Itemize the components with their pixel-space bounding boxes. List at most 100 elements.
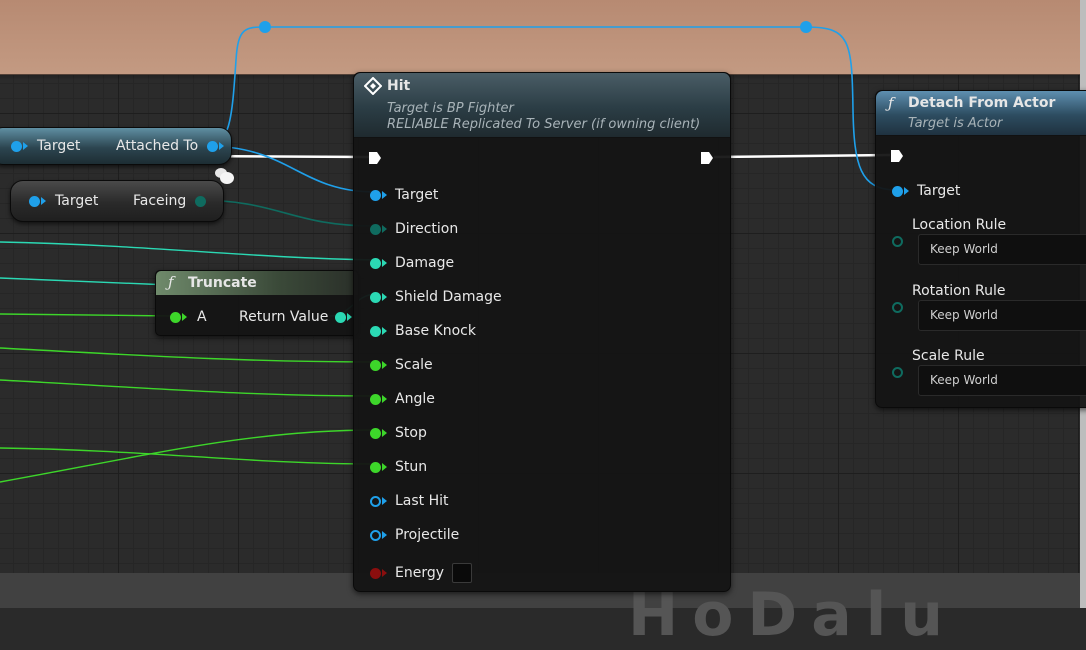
- pin-arrow-icon: [382, 531, 387, 539]
- exec-input-pin[interactable]: [368, 151, 382, 165]
- enum-pin-location-rule[interactable]: [892, 236, 903, 247]
- hit-pin-label: Angle: [395, 391, 435, 407]
- detach-header[interactable]: ƒ Detach From Actor Target is Actor: [876, 91, 1086, 136]
- byte-pin[interactable]: [370, 567, 381, 579]
- enum-pin-scale-rule[interactable]: [892, 367, 903, 378]
- pin-arrow-icon: [219, 142, 225, 150]
- pin-row-a[interactable]: A: [170, 309, 207, 325]
- object-unconnected-pin[interactable]: [370, 529, 381, 541]
- object-pin[interactable]: [370, 189, 381, 201]
- pin-row-target[interactable]: Target: [29, 193, 98, 209]
- hit-pin-row[interactable]: Shield Damage: [370, 289, 502, 305]
- hit-pin-row[interactable]: Last Hit: [370, 493, 449, 509]
- hit-subtitle-replication: RELIABLE Replicated To Server (if owning…: [387, 117, 701, 132]
- rotation-rule-dropdown[interactable]: Keep World: [918, 300, 1086, 331]
- pin-arrow-icon: [904, 187, 909, 195]
- hit-pin-label: Last Hit: [395, 493, 449, 509]
- detach-title: Detach From Actor: [908, 95, 1056, 111]
- float-pin[interactable]: [370, 427, 381, 439]
- int-wire-stun: [0, 447, 376, 465]
- pin-arrow-icon: [182, 313, 187, 321]
- pin-arrow-icon: [382, 463, 387, 471]
- truncate-node[interactable]: ƒ Truncate A Return Value: [155, 270, 359, 336]
- pin-label-return-value: Return Value: [239, 309, 329, 325]
- function-icon: ƒ: [168, 273, 174, 291]
- exec-output-pin[interactable]: [700, 151, 714, 165]
- rotation-rule-label: Rotation Rule: [912, 283, 1006, 299]
- hit-pin-row[interactable]: Damage: [370, 255, 454, 271]
- function-icon: ƒ: [888, 94, 894, 112]
- hit-pin-row[interactable]: Target: [370, 187, 438, 203]
- rule-label-location: Location Rule: [912, 217, 1006, 233]
- object-pin[interactable]: [11, 140, 22, 152]
- pin-label-faceing: Faceing: [133, 193, 187, 209]
- hit-pin-row[interactable]: Angle: [370, 391, 435, 407]
- float-pin[interactable]: [370, 325, 381, 337]
- hit-pin-row[interactable]: Projectile: [370, 527, 459, 543]
- pin-arrow-icon: [382, 327, 387, 335]
- float-pin[interactable]: [370, 359, 381, 371]
- float-pin[interactable]: [370, 257, 381, 269]
- pin-row-target[interactable]: Target: [11, 138, 80, 154]
- hit-pin-row[interactable]: Direction: [370, 221, 458, 237]
- hit-pin-row[interactable]: Base Knock: [370, 323, 476, 339]
- get-faceing-node[interactable]: Target Faceing: [10, 180, 224, 222]
- pin-label-a: A: [197, 309, 207, 325]
- pin-arrow-icon: [382, 497, 387, 505]
- hit-pin-label: Direction: [395, 221, 459, 237]
- scale-rule-value: Keep World: [930, 373, 998, 387]
- scale-rule-dropdown[interactable]: Keep World: [918, 365, 1086, 396]
- float-wire-truncate-in: [0, 277, 171, 286]
- hit-pin-row[interactable]: Stun: [370, 459, 427, 475]
- pin-label-attached-to: Attached To: [116, 138, 199, 154]
- location-rule-dropdown[interactable]: Keep World: [918, 234, 1086, 265]
- int-wire-scale: [0, 347, 376, 363]
- float-pin[interactable]: [370, 461, 381, 473]
- vector-output-pin[interactable]: [195, 195, 207, 207]
- hit-pin-row[interactable]: Scale: [370, 357, 433, 373]
- hit-pin-label: Stop: [395, 425, 427, 441]
- pin-arrow-icon: [23, 142, 28, 150]
- reroute-dot-2: [800, 21, 812, 33]
- event-diamond-icon: [364, 77, 382, 95]
- float-input-pin[interactable]: [170, 311, 181, 323]
- hit-pin-label: Projectile: [395, 527, 460, 543]
- pin-arrow-icon: [347, 313, 353, 321]
- hit-event-node[interactable]: Hit Target is BP Fighter RELIABLE Replic…: [353, 72, 731, 592]
- pin-row-return-value[interactable]: Return Value: [239, 309, 353, 325]
- location-rule-label: Location Rule: [912, 217, 1007, 233]
- hit-pin-label: Energy: [395, 565, 445, 581]
- int-wire-angle: [0, 379, 376, 397]
- pin-label-target: Target: [37, 138, 81, 154]
- hit-pin-row[interactable]: Stop: [370, 425, 427, 441]
- hit-pin-row[interactable]: Energy: [370, 563, 473, 583]
- float-wire-left-1: [0, 313, 176, 317]
- pin-row-attached-to[interactable]: Attached To: [116, 138, 225, 154]
- get-attached-to-node[interactable]: Target Attached To: [0, 127, 232, 165]
- enum-pin-rotation-rule[interactable]: [892, 302, 903, 313]
- int-output-pin[interactable]: [335, 311, 347, 323]
- hit-pin-label: Stun: [395, 459, 428, 475]
- rule-label-rotation: Rotation Rule: [912, 283, 1005, 299]
- reroute-dot-1: [259, 21, 271, 33]
- pin-arrow-icon: [41, 197, 46, 205]
- float-pin[interactable]: [370, 291, 381, 303]
- hit-pin-label: Shield Damage: [395, 289, 502, 305]
- float-pin[interactable]: [370, 393, 381, 405]
- energy-value-box[interactable]: [452, 563, 473, 583]
- detach-from-actor-node[interactable]: ƒ Detach From Actor Target is Actor Targ…: [875, 90, 1086, 408]
- pin-label-target: Target: [917, 183, 961, 199]
- truncate-header[interactable]: ƒ Truncate: [156, 271, 358, 295]
- hit-pin-label: Scale: [395, 357, 433, 373]
- object-unconnected-pin[interactable]: [370, 495, 381, 507]
- pin-arrow-icon: [382, 225, 387, 233]
- pin-row-target[interactable]: Target: [892, 183, 960, 199]
- hit-header[interactable]: Hit Target is BP Fighter RELIABLE Replic…: [354, 73, 730, 138]
- object-pin[interactable]: [29, 195, 40, 207]
- pin-arrow-icon: [382, 395, 387, 403]
- object-pin[interactable]: [892, 185, 903, 197]
- object-output-pin[interactable]: [207, 140, 219, 152]
- exec-input-pin[interactable]: [890, 149, 904, 163]
- vector-pin[interactable]: [370, 223, 381, 235]
- pin-row-faceing[interactable]: Faceing: [133, 193, 207, 209]
